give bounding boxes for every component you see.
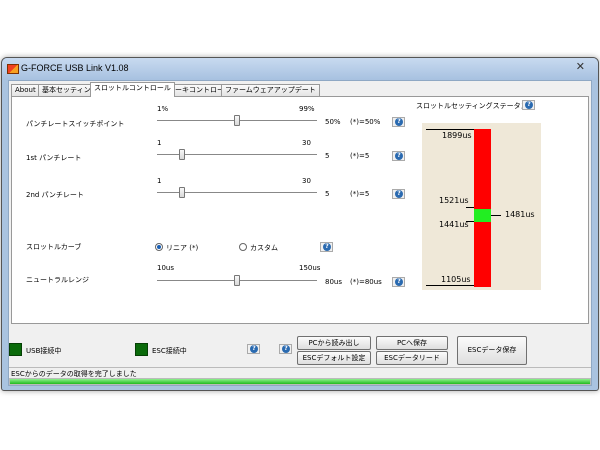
status-lower-neutral: 1441us [439, 220, 469, 229]
usb-connected-indicator [9, 343, 22, 356]
punch-switch-value: 50% [325, 118, 341, 126]
curve-linear-label: リニア (*) [166, 244, 199, 252]
tab-throttle-control[interactable]: スロットルコントロール [90, 82, 175, 97]
status-bar: ESCからのデータの取得を完了しました [9, 367, 591, 378]
punch2-default: (*)=5 [350, 190, 370, 198]
throttle-range-bar [474, 129, 491, 287]
help-icon: ? [282, 345, 290, 353]
esc-default-button[interactable]: ESCデフォルト設定 [297, 351, 371, 365]
usb-connected-label: USB接続中 [26, 347, 62, 355]
help-icon: ? [395, 152, 403, 160]
punch1-max: 30 [302, 139, 311, 147]
throttle-status-graph: 1899us 1521us 1441us 1481us 1105us [422, 123, 541, 290]
punch2-slider-thumb[interactable] [178, 187, 185, 198]
title-bar[interactable]: G-FORCE USB Link V1.08 ✕ [2, 58, 598, 80]
curve-help-button[interactable]: ? [320, 242, 333, 252]
curve-custom-radio[interactable] [239, 243, 247, 251]
neutral-max: 150us [299, 264, 321, 272]
punch2-label: 2nd パンチレート [26, 191, 84, 199]
center-tick [491, 215, 501, 216]
curve-custom-label: カスタム [250, 244, 278, 252]
neutral-default: (*)=80us [350, 278, 382, 286]
neutral-value: 80us [325, 278, 342, 286]
save-to-pc-button[interactable]: PCへ保存 [376, 336, 448, 350]
punch-switch-min: 1% [157, 105, 169, 113]
help-icon: ? [250, 345, 258, 353]
status-bottom-value: 1105us [441, 275, 471, 284]
status-top-value: 1899us [442, 131, 472, 140]
close-icon[interactable]: ✕ [576, 60, 585, 73]
app-logo-icon [7, 64, 19, 74]
help-icon: ? [395, 118, 403, 126]
punch1-slider-thumb[interactable] [178, 149, 185, 160]
punch-switch-slider-thumb[interactable] [234, 115, 240, 126]
punch2-value: 5 [325, 190, 330, 198]
lower-neutral-tick [466, 221, 474, 222]
punch-switch-label: パンチレートスイッチポイント [26, 120, 125, 128]
status-upper-neutral: 1521us [439, 196, 469, 205]
top-marker-line [426, 129, 474, 130]
neutral-range-label: ニュートラルレンジ [26, 276, 89, 284]
usb-help-button[interactable]: ? [247, 344, 260, 354]
help-icon: ? [323, 243, 331, 251]
neutral-help-button[interactable]: ? [392, 277, 405, 287]
neutral-band-bar [474, 209, 491, 222]
punch1-help-button[interactable]: ? [392, 151, 405, 161]
punch1-min: 1 [157, 139, 162, 147]
progress-bar-fill [10, 379, 590, 384]
punch1-value: 5 [325, 152, 330, 160]
neutral-slider-thumb[interactable] [234, 275, 240, 286]
upper-neutral-tick [466, 207, 474, 208]
read-from-pc-button[interactable]: PCから読み出し [297, 336, 371, 350]
punch2-max: 30 [302, 177, 311, 185]
punch1-default: (*)=5 [350, 152, 370, 160]
progress-bar [9, 378, 591, 385]
tab-firmware-update[interactable]: ファームウェアアップデート [221, 84, 320, 96]
punch2-min: 1 [157, 177, 162, 185]
esc-connected-label: ESC接続中 [152, 347, 187, 355]
punch-switch-max: 99% [299, 105, 315, 113]
punch-switch-default: (*)=50% [350, 118, 381, 126]
throttle-curve-label: スロットルカーブ [26, 243, 82, 251]
client-area: About 基本セッティング スロットルコントロール ブレーキコントロール ファ… [8, 80, 592, 386]
esc-help-button[interactable]: ? [279, 344, 292, 354]
neutral-min: 10us [157, 264, 174, 272]
status-center-value: 1481us [505, 210, 535, 219]
status-title: スロットルセッティングステータス [416, 102, 528, 110]
punch2-help-button[interactable]: ? [392, 189, 405, 199]
throttle-panel: パンチレートスイッチポイント 1% 99% 50% (*)=50% ? 1st … [11, 96, 589, 324]
esc-data-read-button[interactable]: ESCデータリード [376, 351, 448, 365]
help-icon: ? [525, 101, 533, 109]
tab-about[interactable]: About [11, 84, 40, 96]
help-icon: ? [395, 278, 403, 286]
status-help-button[interactable]: ? [522, 100, 535, 110]
curve-linear-radio[interactable] [155, 243, 163, 251]
window-title: G-FORCE USB Link V1.08 [21, 63, 129, 73]
punch-switch-help-button[interactable]: ? [392, 117, 405, 127]
help-icon: ? [395, 190, 403, 198]
esc-data-save-button[interactable]: ESCデータ保存 [457, 336, 527, 365]
app-window: G-FORCE USB Link V1.08 ✕ About 基本セッティング … [1, 57, 599, 391]
esc-connected-indicator [135, 343, 148, 356]
bottom-marker-line [426, 285, 474, 286]
punch1-label: 1st パンチレート [26, 154, 82, 162]
